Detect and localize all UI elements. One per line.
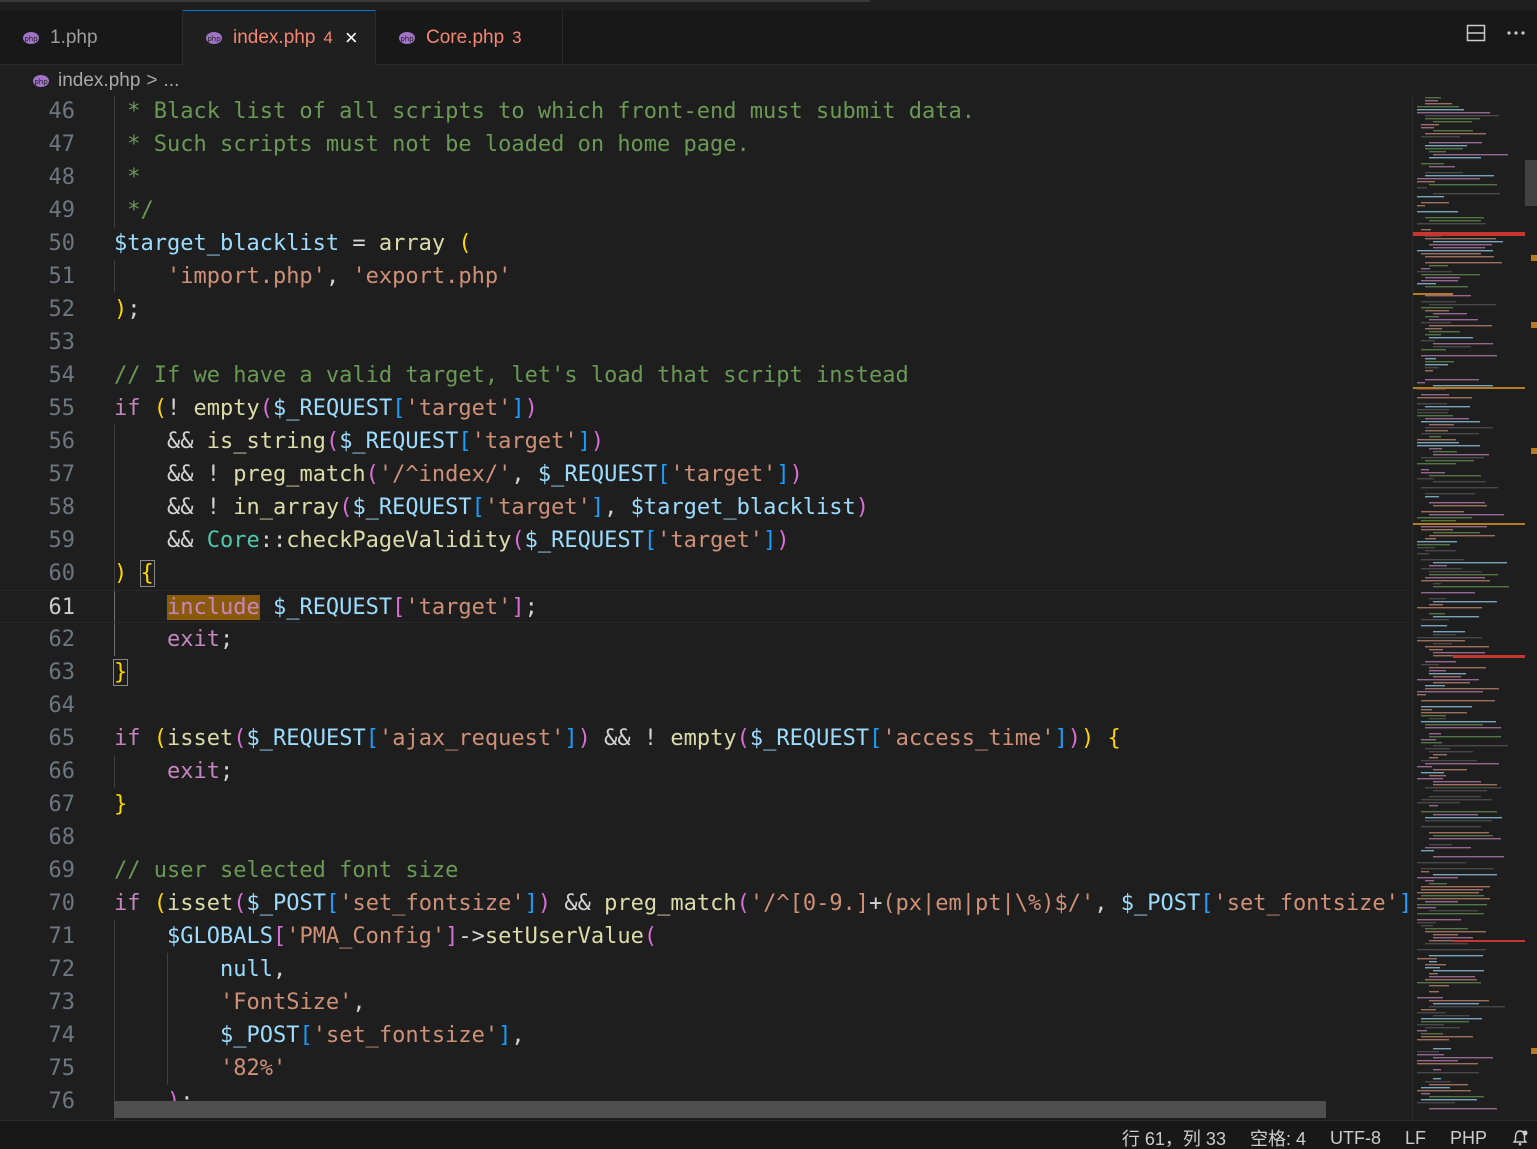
code-line: 73 'FontSize', (48, 990, 366, 1015)
minimap[interactable] (1412, 95, 1525, 1120)
language-mode[interactable]: PHP (1450, 1128, 1487, 1149)
title-bar-strip (0, 0, 870, 2)
code-line-current: 61 include $_REQUEST['target']; (0, 590, 1412, 623)
code-line: 65 if (isset($_REQUEST['ajax_request']) &… (48, 726, 1121, 751)
code-line: 66 exit; (48, 759, 234, 784)
code-editor[interactable]: 46 * Black list of all scripts to which … (0, 95, 1412, 1120)
code-line: 54// If we have a valid target, let's lo… (48, 363, 909, 388)
code-line: 72 null, (48, 957, 287, 982)
bell-icon[interactable] (1511, 1129, 1529, 1147)
status-bar-right: 行 61，列 33 空格: 4 UTF-8 LF PHP (1122, 1125, 1529, 1149)
php-file-icon: php (206, 32, 222, 44)
more-actions-icon[interactable] (1505, 22, 1527, 44)
code-line: 55 if (! empty($_REQUEST['target']) (48, 396, 538, 421)
overview-ruler-mark (1531, 322, 1537, 328)
breadcrumb-file[interactable]: index.php (58, 70, 140, 92)
code-line: 57 && ! preg_match('/^index/', $_REQUEST… (48, 462, 803, 487)
code-line: 64 (48, 693, 76, 718)
php-file-icon: php (399, 31, 415, 44)
code-line: 71 $GLOBALS['PMA_Config']->setUserValue( (48, 924, 658, 949)
end-of-line[interactable]: LF (1405, 1128, 1426, 1149)
tab-actions (1465, 22, 1527, 44)
code-line: 48 * (48, 165, 141, 190)
breadcrumb: php index.php > ... (0, 65, 1537, 97)
overview-ruler-mark (1531, 255, 1537, 261)
tab-label: index.php (233, 27, 316, 48)
php-file-icon: php (23, 31, 39, 44)
code-line: 74 $_POST['set_fontsize'], (48, 1023, 525, 1048)
overview-ruler-mark (1531, 1048, 1537, 1054)
problem-count-badge: 4 (323, 28, 333, 47)
code-line: 49 */ (48, 198, 154, 223)
horizontal-scrollbar[interactable] (114, 1101, 1326, 1118)
code-line: 68 (48, 825, 76, 850)
minimap-render (1413, 97, 1525, 1110)
php-file-icon: php (33, 75, 49, 87)
code-line: 69// user selected font size (48, 858, 459, 883)
code-line: 53 (48, 330, 76, 355)
problem-count-badge: 3 (512, 27, 522, 47)
breadcrumb-symbols[interactable]: ... (164, 70, 180, 92)
split-editor-icon[interactable] (1465, 22, 1487, 44)
code-line: 67} (48, 792, 128, 817)
tab-core-php[interactable]: php Core.php 3 (376, 10, 563, 65)
scrollbar-thumb[interactable] (1525, 160, 1537, 206)
code-line: 70 if (isset($_POST['set_fontsize']) && p… (48, 891, 1413, 916)
code-line: 51 'import.php', 'export.php' (48, 264, 512, 289)
code-line: 50 $target_blacklist = array ( (48, 231, 472, 256)
code-line: 60) { (48, 560, 155, 587)
code-line: 63} (48, 659, 129, 686)
tab-label: 1.php (50, 26, 98, 48)
code-line: 56 && is_string($_REQUEST['target']) (48, 429, 605, 454)
overview-ruler-mark (1531, 448, 1537, 454)
code-line: 75 '82%' (48, 1056, 287, 1081)
code-line: 59 && Core::checkPageValidity($_REQUEST[… (48, 528, 790, 553)
vertical-scrollbar[interactable] (1525, 95, 1537, 1120)
editor-tab-bar: php 1.php php index.php 4 × php Core.php… (0, 10, 1537, 65)
status-bar: 行 61，列 33 空格: 4 UTF-8 LF PHP (0, 1120, 1537, 1149)
svg-text:php: php (207, 35, 221, 43)
tab-index-php[interactable]: php index.php 4 × (183, 10, 376, 65)
code-line: 47 * Such scripts must not be loaded on … (48, 132, 750, 157)
cursor-position[interactable]: 行 61，列 33 (1122, 1125, 1226, 1149)
code-line: 52); (48, 297, 141, 322)
indentation[interactable]: 空格: 4 (1250, 1125, 1306, 1149)
code-line: 46 * Black list of all scripts to which … (48, 99, 975, 124)
tab-1-php[interactable]: php 1.php (0, 10, 183, 65)
svg-text:php: php (24, 35, 38, 43)
code-line: 58 && ! in_array($_REQUEST['target'], $t… (48, 495, 870, 520)
tab-label: Core.php (426, 26, 505, 48)
code-line: 62 exit; (48, 627, 234, 652)
breadcrumb-separator: > (146, 70, 158, 91)
svg-text:php: php (34, 78, 48, 86)
svg-text:php: php (400, 35, 414, 43)
close-icon[interactable]: × (345, 27, 358, 49)
encoding[interactable]: UTF-8 (1330, 1128, 1381, 1149)
